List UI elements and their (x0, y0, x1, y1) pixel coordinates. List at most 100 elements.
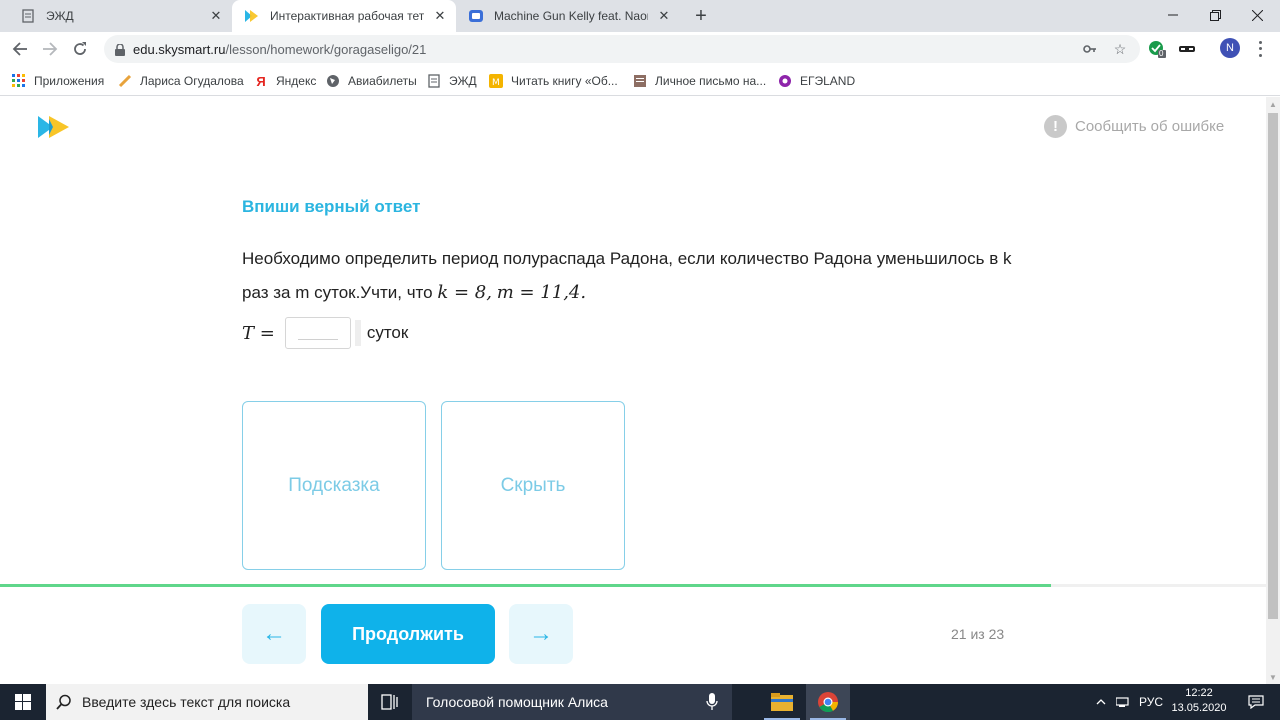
chrome-button[interactable] (806, 684, 850, 720)
continue-label: Продолжить (352, 623, 464, 644)
report-error-button[interactable]: ! Сообщить об ошибке (1044, 115, 1224, 138)
hint-label: Подсказка (288, 474, 380, 496)
minimize-button[interactable] (1150, 0, 1196, 30)
svg-text:M: M (492, 78, 500, 88)
restore-button[interactable] (1192, 0, 1238, 30)
bookmark-label: Лариса Огудалова (140, 74, 244, 88)
bookmark-label: Читать книгу «Об... (511, 74, 618, 88)
bookmark-label: Приложения (34, 74, 105, 88)
search-icon (46, 694, 82, 710)
letter-icon (633, 74, 647, 88)
notifications-icon[interactable] (1238, 684, 1274, 720)
bookmark-label: Яндекс (276, 74, 317, 88)
bookmark-label: Личное письмо на... (655, 74, 767, 88)
key-icon[interactable] (1082, 41, 1098, 57)
tab-title: ЭЖД (46, 9, 74, 23)
arrow-left-icon: ← (262, 620, 286, 647)
task-view-button[interactable] (370, 684, 410, 720)
hint-button[interactable]: Подсказка (242, 401, 426, 570)
bookmark-label: Авиабилеты (348, 74, 417, 88)
hide-button[interactable]: Скрыть (441, 401, 625, 570)
bookmark-label: ЕГЭLAND (800, 74, 856, 88)
document-icon (20, 8, 36, 24)
clock[interactable]: 12:22 13.05.2020 (1166, 686, 1232, 716)
report-label: Сообщить об ошибке (1075, 118, 1225, 135)
pen-icon (118, 74, 132, 88)
bookmark-egeland[interactable]: ЕГЭLAND (778, 71, 855, 91)
chevron-up-icon[interactable] (1092, 684, 1110, 720)
bookmark-yandex[interactable]: Я Яндекс (254, 71, 316, 91)
page-scrollbar[interactable]: ▲ ▼ (1266, 97, 1280, 684)
answer-input[interactable] (285, 318, 350, 348)
address-bar[interactable]: edu.skysmart.ru/lesson/homework/goragase… (104, 35, 1140, 63)
formula-m: m = 11,4 (496, 282, 581, 303)
task-text: Необходимо определить период полураспада… (242, 242, 1042, 310)
continue-button[interactable]: Продолжить (321, 604, 495, 664)
chrome-icon (818, 692, 839, 713)
close-icon[interactable]: ✕ (208, 8, 224, 24)
taskbar-search[interactable]: Введите здесь текст для поиска (46, 684, 368, 720)
windows-icon (15, 694, 31, 710)
microphone-icon[interactable] (706, 693, 718, 714)
hide-label: Скрыть (500, 474, 566, 496)
formula-k: k = 8 (437, 282, 487, 303)
close-icon[interactable]: ✕ (656, 8, 672, 24)
answer-row: T = суток (242, 316, 408, 350)
bookmark-letter[interactable]: Личное письмо на... (633, 71, 766, 91)
mask-extension-icon[interactable] (1178, 40, 1196, 58)
yandex-icon: Я (256, 73, 266, 89)
forward-button[interactable] (37, 36, 63, 62)
progress-fill (0, 584, 1051, 587)
tab-video[interactable]: Machine Gun Kelly feat. Naomi Wild ✕ (456, 0, 680, 32)
start-button[interactable] (0, 684, 46, 720)
bookmark-larisa[interactable]: Лариса Огудалова (118, 71, 244, 91)
answer-label: T = (242, 322, 275, 344)
task-text-line2: раз за m суток.Учти, что k = 8, m = 11,4… (242, 282, 587, 303)
assistant-label: Голосовой помощник Алиса (426, 694, 608, 710)
arrow-left-icon (12, 42, 27, 56)
clock-time: 12:22 (1185, 687, 1213, 699)
bookmark-apps[interactable]: Приложения (12, 71, 104, 91)
new-tab-button[interactable]: + (690, 5, 712, 27)
book-icon: M (489, 74, 503, 88)
close-window-button[interactable] (1234, 0, 1280, 30)
reload-button[interactable] (67, 36, 93, 62)
globe-icon (326, 74, 340, 88)
tab-ezhd[interactable]: ЭЖД ✕ (8, 0, 232, 32)
answer-unit: суток (366, 323, 409, 342)
star-icon[interactable]: ☆ (1112, 41, 1128, 57)
next-button[interactable]: → (509, 604, 573, 664)
bookmark-aviatickets[interactable]: Авиабилеты (326, 71, 417, 91)
task-text-line1: Необходимо определить период полураспада… (242, 249, 1012, 268)
page-content: ! Сообщить об ошибке Впиши верный ответ … (0, 97, 1266, 684)
scroll-thumb[interactable] (1268, 113, 1278, 619)
back-button[interactable] (7, 36, 33, 62)
extension-badge: 0 (1159, 49, 1164, 58)
network-icon[interactable] (1114, 684, 1134, 720)
skysmart-logo[interactable] (38, 115, 70, 144)
task-view-icon (381, 694, 398, 710)
scroll-up-icon[interactable]: ▲ (1266, 97, 1280, 111)
answer-field[interactable] (284, 317, 351, 349)
menu-dots-icon[interactable] (1252, 39, 1268, 59)
avatar[interactable]: N (1220, 38, 1240, 58)
task-title: Впиши верный ответ (242, 197, 421, 216)
tab-workbook[interactable]: Интерактивная рабочая тетрадь ✕ (232, 0, 456, 32)
close-icon[interactable]: ✕ (432, 8, 448, 24)
bookmark-book[interactable]: M Читать книгу «Об... (489, 71, 618, 91)
shield-extension-icon[interactable]: 0 (1148, 40, 1166, 58)
task-text-line2-prefix: раз за m суток.Учти, что (242, 283, 433, 302)
alice-assistant[interactable]: Голосовой помощник Алиса (412, 684, 732, 720)
prev-button[interactable]: ← (242, 604, 306, 664)
bookmark-ezhd[interactable]: ЭЖД (427, 71, 477, 91)
apps-grid-icon (12, 74, 26, 88)
tab-strip: ЭЖД ✕ Интерактивная рабочая тетрадь ✕ Ma… (0, 0, 1280, 32)
scroll-down-icon[interactable]: ▼ (1266, 670, 1280, 684)
video-icon (468, 8, 484, 24)
url-text: edu.skysmart.ru/lesson/homework/goragase… (133, 42, 427, 57)
clock-date: 13.05.2020 (1171, 702, 1227, 714)
input-divider (354, 320, 361, 346)
language-indicator[interactable]: РУС (1138, 684, 1164, 720)
bookmarks-bar: Приложения Лариса Огудалова Я Яндекс Ави… (0, 66, 1280, 96)
file-explorer-button[interactable] (760, 684, 804, 720)
